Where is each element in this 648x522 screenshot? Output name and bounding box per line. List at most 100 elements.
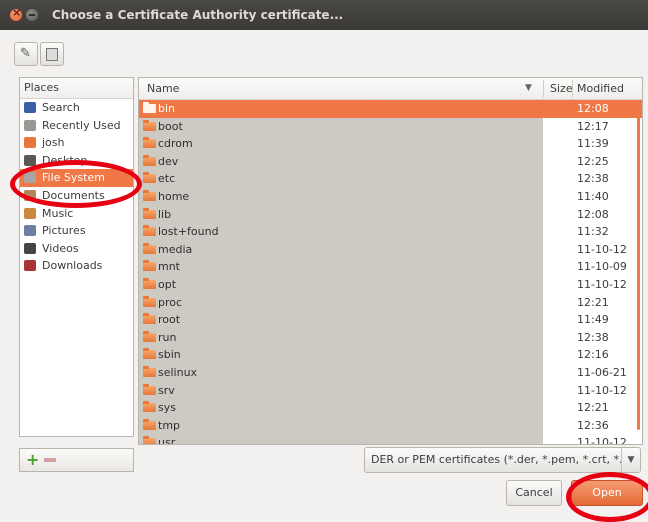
table-row[interactable]: proc 12:21 <box>139 293 642 312</box>
table-row[interactable]: etc 12:38 <box>139 170 642 188</box>
column-separator <box>572 80 573 97</box>
folder-icon <box>143 418 156 430</box>
file-name: lib <box>158 207 172 221</box>
sidebar-item-label: Desktop <box>42 153 88 167</box>
table-row[interactable]: usr 11-10-12 <box>139 434 642 444</box>
chevron-down-icon: ▼ <box>621 448 640 472</box>
folder-icon <box>143 207 156 219</box>
file-modified: 11:49 <box>577 313 609 327</box>
music-icon <box>24 207 36 219</box>
drive-icon <box>24 172 36 184</box>
table-row[interactable]: bin 12:08 <box>139 100 642 118</box>
name-cell <box>139 135 543 153</box>
table-row[interactable]: srv 11-10-12 <box>139 381 642 400</box>
name-cell <box>139 381 543 400</box>
size-cell <box>543 434 571 444</box>
file-modified: 12:36 <box>577 418 609 432</box>
places-list: Search Recently Used josh Desktop File Syste… <box>20 99 133 275</box>
sidebar-item-videos[interactable]: Videos <box>20 240 133 258</box>
column-header-modified[interactable]: Modified <box>577 78 624 99</box>
remove-bookmark-icon[interactable] <box>44 458 56 462</box>
sidebar-item-josh[interactable]: josh <box>20 134 133 152</box>
scrollbar[interactable] <box>637 100 640 430</box>
folder-icon <box>143 172 156 184</box>
table-row[interactable]: selinux 11-06-21 <box>139 363 642 382</box>
name-cell <box>139 258 543 276</box>
folder-icon <box>143 260 156 272</box>
sidebar-item-search[interactable]: Search <box>20 99 133 117</box>
table-row[interactable]: lost+found 11:32 <box>139 223 642 241</box>
sidebar-item-music[interactable]: Music <box>20 205 133 223</box>
size-cell <box>543 311 571 329</box>
sidebar-item-pictures[interactable]: Pictures <box>20 222 133 240</box>
table-row[interactable]: cdrom 11:39 <box>139 135 642 153</box>
videos-icon <box>24 242 36 254</box>
table-row[interactable]: tmp 12:36 <box>139 416 642 435</box>
file-modified: 11-10-12 <box>577 383 627 397</box>
name-cell <box>139 293 543 312</box>
table-row[interactable]: sys 12:21 <box>139 399 642 417</box>
open-button[interactable]: Open <box>571 480 643 506</box>
size-cell <box>543 100 571 118</box>
column-header-name[interactable]: Name <box>147 78 179 99</box>
table-row[interactable]: lib 12:08 <box>139 205 642 224</box>
title-bar: Choose a Certificate Authority certifica… <box>0 0 648 30</box>
sidebar-item-label: Search <box>42 101 80 114</box>
cancel-button[interactable]: Cancel <box>506 480 562 506</box>
folder-icon <box>143 119 156 131</box>
name-cell <box>139 275 543 294</box>
size-cell <box>543 117 571 136</box>
file-name: bin <box>158 102 176 115</box>
file-modified: 11:40 <box>577 189 609 203</box>
name-cell <box>139 399 543 417</box>
add-bookmark-icon[interactable]: + <box>26 452 39 468</box>
file-name: root <box>158 313 181 327</box>
folder-icon <box>143 436 156 444</box>
file-name: mnt <box>158 260 180 274</box>
recent-icon <box>24 119 36 131</box>
file-name: selinux <box>158 365 198 379</box>
table-row[interactable]: media 11-10-12 <box>139 240 642 259</box>
window-title: Choose a Certificate Authority certifica… <box>52 8 344 22</box>
sidebar-item-label: Recently Used <box>42 118 121 132</box>
table-row[interactable]: root 11:49 <box>139 311 642 329</box>
documents-icon <box>24 189 36 201</box>
sidebar-item-desktop[interactable]: Desktop <box>20 152 133 170</box>
path-bar-root-button[interactable] <box>40 42 64 66</box>
name-cell <box>139 240 543 259</box>
table-row[interactable]: boot 12:17 <box>139 117 642 136</box>
sidebar-item-file-system[interactable]: File System <box>20 169 133 187</box>
sidebar-item-downloads[interactable]: Downloads <box>20 257 133 275</box>
folder-icon <box>143 383 156 395</box>
minimize-window-icon[interactable] <box>26 9 38 21</box>
close-window-icon[interactable] <box>10 6 22 21</box>
table-row[interactable]: opt 11-10-12 <box>139 275 642 294</box>
table-row[interactable]: dev 12:25 <box>139 152 642 171</box>
home-folder-icon <box>24 137 36 149</box>
file-type-filter[interactable]: DER or PEM certificates (*.der, *.pem, *… <box>364 447 641 473</box>
sidebar-item-label: File System <box>42 171 105 185</box>
file-modified: 12:21 <box>577 295 609 309</box>
size-cell <box>543 293 571 312</box>
name-cell <box>139 311 543 329</box>
column-header-size[interactable]: Size <box>550 78 573 99</box>
name-cell <box>139 170 543 188</box>
file-name: sbin <box>158 348 181 362</box>
file-name: cdrom <box>158 137 193 151</box>
sidebar-item-recently-used[interactable]: Recently Used <box>20 117 133 135</box>
file-name: run <box>158 330 177 344</box>
sidebar-item-documents[interactable]: Documents <box>20 187 133 205</box>
bookmark-controls: + <box>19 448 134 472</box>
table-row[interactable]: home 11:40 <box>139 187 642 206</box>
table-row[interactable]: run 12:38 <box>139 328 642 347</box>
name-cell <box>139 187 543 206</box>
downloads-icon <box>24 260 36 272</box>
file-modified: 12:16 <box>577 348 609 362</box>
file-rows: bin 12:08 boot 12:17 cdrom 11:39 dev 12:25 etc 12… <box>139 100 642 444</box>
table-row[interactable]: sbin 12:16 <box>139 346 642 364</box>
file-type-filter-label: DER or PEM certificates (*.der, *.pem, *… <box>371 453 641 466</box>
file-name: dev <box>158 154 179 168</box>
table-row[interactable]: mnt 11-10-09 <box>139 258 642 276</box>
type-location-button[interactable]: ✎ <box>14 42 38 66</box>
file-modified: 11-10-12 <box>577 277 627 291</box>
